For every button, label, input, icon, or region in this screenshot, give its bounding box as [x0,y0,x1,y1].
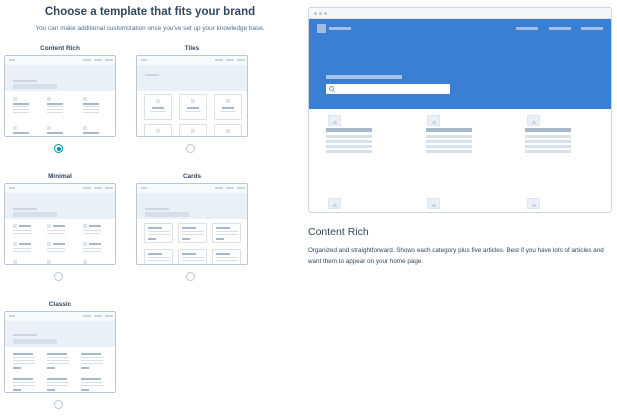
template-thumbnail[interactable] [4,311,116,393]
template-label: Content Rich [40,45,80,52]
template-option-classic[interactable]: Classic [4,300,116,393]
image-placeholder-icon [328,115,341,126]
template-thumbnail[interactable] [136,55,248,137]
template-preview [308,7,612,213]
preview-search-input [326,84,450,94]
image-placeholder-icon [427,115,440,126]
template-option-tiles[interactable]: Tiles [136,44,248,137]
template-thumbnail[interactable] [136,183,248,265]
template-option-cards[interactable]: Cards [136,172,248,265]
template-option-minimal[interactable]: Minimal [4,172,116,265]
template-thumbnail[interactable] [4,55,116,137]
image-placeholder-icon [427,198,440,209]
preview-template-name: Content Rich [308,226,369,238]
radio-tiles[interactable] [186,144,195,153]
radio-minimal[interactable] [54,272,63,281]
title-emphasis: template [99,6,148,18]
template-label: Classic [48,301,72,308]
template-label: Minimal [48,173,72,180]
template-label: Cards [182,173,202,180]
preview-template-description: Organized and straightforward. Shows eac… [308,247,604,265]
image-placeholder-icon [527,198,540,209]
page-subtitle: You can make additional customization on… [35,25,265,32]
template-option-content-rich[interactable]: Content Rich [4,44,116,137]
image-placeholder-icon [527,115,540,126]
template-thumbnail[interactable] [4,183,116,265]
preview-hero [309,19,611,109]
radio-cards[interactable] [186,272,195,281]
image-placeholder-icon [328,198,341,209]
radio-content-rich[interactable] [54,144,63,153]
browser-chrome [309,8,611,19]
search-icon [329,86,334,91]
radio-classic[interactable] [54,400,63,409]
template-label: Tiles [184,45,200,52]
logo-placeholder-icon [317,24,326,33]
page-title: Choose a template that fits your brand [44,6,256,18]
